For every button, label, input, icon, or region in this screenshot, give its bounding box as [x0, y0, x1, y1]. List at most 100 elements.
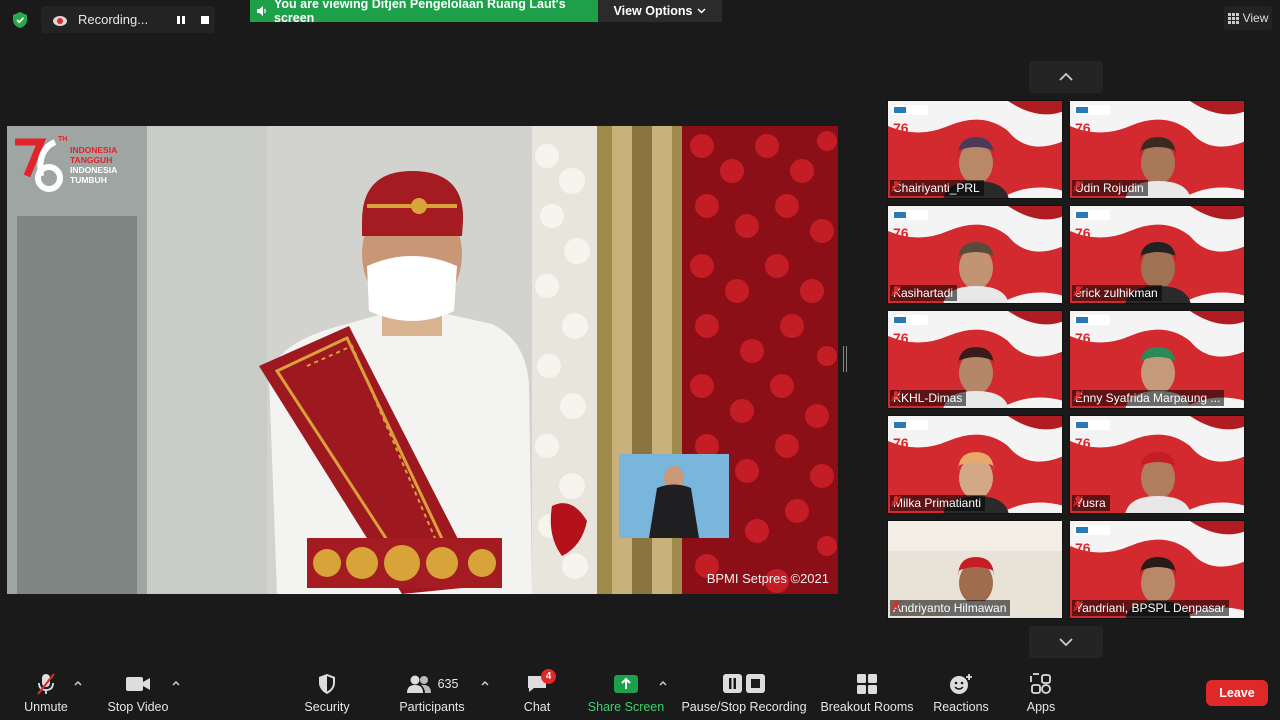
gallery-scroll-down-button[interactable] [1029, 626, 1103, 658]
participant-name: Milka Primatianti [893, 496, 982, 510]
participant-tile[interactable]: 76 Enny Syafrida Marpaung ... [1069, 310, 1245, 409]
chevron-down-icon [697, 8, 706, 14]
security-label: Security [304, 700, 350, 714]
audio-options-caret-icon[interactable] [73, 678, 83, 688]
chevron-up-icon [1059, 73, 1073, 81]
participant-tile[interactable]: 76 erick zulhikman [1069, 205, 1245, 304]
apps-icon [1030, 670, 1052, 698]
security-shield-icon[interactable] [10, 10, 30, 30]
share-screen-arrow-icon [613, 670, 639, 698]
reactions-label: Reactions [933, 700, 989, 714]
participant-tile[interactable]: Andriyanto Hilmawan [887, 520, 1063, 619]
recording-label: Recording... [78, 12, 149, 27]
participant-name-tag: Milka Primatianti [890, 495, 986, 511]
participant-name-tag: KKHL-Dimas [890, 390, 967, 406]
participant-name: erick zulhikman [1075, 286, 1158, 300]
participant-tile[interactable]: 76 KKHL-Dimas [887, 310, 1063, 409]
stop-video-label: Stop Video [107, 700, 169, 714]
smiley-plus-icon [949, 670, 973, 698]
participant-tile[interactable]: 76 Yusra [1069, 415, 1245, 514]
security-button[interactable]: Security [300, 670, 354, 718]
microphone-muted-icon [891, 285, 901, 297]
pause-stop-recording-icon [722, 670, 766, 698]
viewing-banner-text: You are viewing Ditjen Pengelolaan Ruang… [274, 0, 566, 25]
grid-icon [1227, 12, 1239, 24]
speaker-icon [256, 5, 268, 17]
microphone-muted-icon [891, 495, 901, 507]
view-options-label: View Options [613, 4, 693, 18]
participant-name: KKHL-Dimas [893, 391, 963, 405]
participant-name: Chairiyanti_PRL [893, 181, 980, 195]
participant-tile[interactable]: 76 Chairiyanti_PRL [887, 100, 1063, 199]
svg-text:76: 76 [893, 435, 909, 451]
gallery-scroll-up-button[interactable] [1029, 61, 1103, 93]
chevron-down-icon [1059, 638, 1073, 646]
logo-line-1: INDONESIA [70, 145, 118, 155]
leave-button[interactable]: Leave [1206, 680, 1268, 706]
view-button[interactable]: View [1224, 6, 1272, 30]
participants-options-caret-icon[interactable] [480, 678, 490, 688]
participant-name-tag: Udin Rojudin [1072, 180, 1148, 196]
svg-text:76: 76 [893, 330, 909, 346]
microphone-muted-icon [1073, 390, 1083, 402]
logo-line-4: TUMBUH [70, 175, 107, 185]
microphone-muted-icon [1073, 495, 1083, 507]
viewing-screen-banner: You are viewing Ditjen Pengelolaan Ruang… [250, 0, 598, 25]
breakout-rooms-grid-icon [856, 670, 878, 698]
participant-tile[interactable]: 76 Kasihartadi [887, 205, 1063, 304]
svg-text:76: 76 [893, 225, 909, 241]
logo-line-2: TANGGUH [70, 155, 113, 165]
logo-superscript: TH [58, 136, 68, 143]
pause-recording-icon[interactable] [171, 10, 191, 30]
stop-recording-icon[interactable] [195, 10, 215, 30]
svg-text:76: 76 [893, 120, 909, 136]
recording-cloud-icon [52, 12, 68, 28]
participants-button[interactable]: 635 Participants [396, 670, 468, 718]
apps-button[interactable]: Apps [1022, 670, 1060, 718]
microphone-muted-icon [1073, 285, 1083, 297]
svg-text:76: 76 [1075, 435, 1091, 451]
share-screen-label: Share Screen [587, 700, 665, 714]
logo-76-mark [15, 138, 63, 192]
view-label: View [1242, 11, 1269, 25]
stop-video-button[interactable]: Stop Video [104, 670, 172, 718]
participants-count: 635 [437, 677, 459, 691]
participant-name-tag: Enny Syafrida Marpaung ... [1072, 390, 1225, 406]
shared-screen-video: TH INDONESIA TANGGUH INDONESIA TUMBUH BP… [7, 126, 838, 594]
security-shield-icon [316, 670, 338, 698]
svg-text:76: 76 [1075, 330, 1091, 346]
svg-text:76: 76 [1075, 540, 1091, 556]
participant-name-tag: Yusra [1072, 495, 1110, 511]
participant-name-tag: Kasihartadi [890, 285, 958, 301]
participant-tile[interactable]: 76 Udin Rojudin [1069, 100, 1245, 199]
share-screen-button[interactable]: Share Screen [588, 670, 664, 718]
unmute-button[interactable]: Unmute [18, 670, 74, 718]
hut-76-logo: TH INDONESIA TANGGUH INDONESIA TUMBUH [13, 136, 138, 196]
video-camera-icon [125, 670, 151, 698]
panel-resize-handle[interactable] [843, 346, 847, 372]
microphone-muted-icon [891, 600, 901, 612]
participant-name: Andriyanto Hilmawan [893, 601, 1007, 615]
participant-name-tag: Andriyanto Hilmawan [890, 600, 1011, 616]
recording-indicator: Recording... [41, 6, 215, 33]
pause-stop-recording-label: Pause/Stop Recording [681, 700, 807, 714]
pause-stop-recording-button[interactable]: Pause/Stop Recording [681, 670, 807, 718]
participant-name: Udin Rojudin [1075, 181, 1144, 195]
participant-name: Kasihartadi [893, 286, 954, 300]
share-options-caret-icon[interactable] [658, 678, 668, 688]
microphone-muted-icon [891, 180, 901, 192]
participant-name: Enny Syafrida Marpaung ... [1075, 391, 1221, 405]
view-options-button[interactable]: View Options [598, 0, 722, 22]
microphone-muted-icon [1073, 600, 1083, 612]
participant-tile[interactable]: 76 Milka Primatianti [887, 415, 1063, 514]
chat-unread-badge: 4 [541, 669, 556, 684]
video-watermark: BPMI Setpres ©2021 [706, 571, 829, 586]
microphone-muted-icon [34, 670, 58, 698]
participant-name: Yandriani, BPSPL Denpasar [1075, 601, 1226, 615]
participant-tile[interactable]: 76 Yandriani, BPSPL Denpasar [1069, 520, 1245, 619]
shared-screen-scene [7, 126, 838, 594]
chat-label: Chat [523, 700, 551, 714]
video-options-caret-icon[interactable] [171, 678, 181, 688]
breakout-rooms-button[interactable]: Breakout Rooms [820, 670, 914, 718]
reactions-button[interactable]: Reactions [932, 670, 990, 718]
